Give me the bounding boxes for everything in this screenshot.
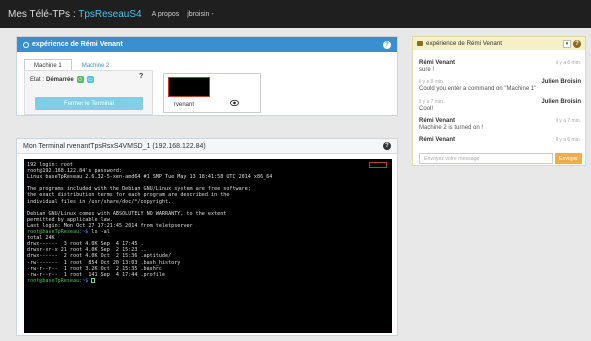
terminal-screen[interactable]: 192 login: root root@192.168.122.84's pas… [24,159,392,333]
experience-title: expérience de Rémi Venant [32,41,123,48]
terminal-text: ls -al [88,229,110,236]
message-time: il y a 7 min. [419,99,445,105]
help-icon[interactable]: ? [383,40,391,49]
nav-user-menu[interactable]: jbroisin - [187,11,213,18]
terminal-text: drwx------ 2 root 4.0K Oct 2 15:36 .apti… [27,253,172,260]
terminal-text: -rw-r--r-- 1 root 3.2K Oct 2 15:35 .bash… [27,265,162,272]
experience-panel-header: expérience de Rémi Venant ? [17,37,397,52]
app-brand[interactable]: Mes Télé-TPs : TpsReseauS4 [8,9,142,20]
help-icon[interactable]: ? [573,39,581,48]
chevron-down-icon[interactable]: ▾ [563,39,571,48]
experience-panel: expérience de Rémi Venant ? Machine 1 Ma… [16,36,398,116]
chat-panel: expérience de Rémi Venant ▾ ? Rémi Venan… [412,36,586,166]
chat-message-input[interactable]: Envoyez votre message [419,153,553,164]
terminal-line: root@baseTpReseau:~$ [27,277,389,284]
chat-message: Rémi Venant il y a 6 min. [419,137,581,144]
vm-screen-thumbnail[interactable] [168,77,210,97]
message-author: Rémi Venant [419,118,456,124]
terminal-text: The programs included with the Debian GN… [27,186,251,193]
machine-control-box: Etat : Démarrée ⏻ ▭ ? Fermer le Terminal [24,70,153,115]
message-author: Julien Broisin [541,99,581,105]
message-time: il y a 6 min. [555,137,581,143]
circle-icon [23,41,29,48]
status-value: Démarrée [46,76,74,83]
terminal-text: drwx------ 3 root 4.0K Sep 4 17:45 . [27,241,144,248]
screen-icon[interactable]: ▭ [86,76,94,83]
message-text: Could you enter a command on "Machine 1" [419,86,537,92]
prompt-path: :~$ [79,277,89,284]
terminal-text: drwxr-xr-x 21 root 4.0K Sep 2 15:23 .. [27,247,147,254]
terminal-panel: Mon Terminal rvenantTpsRsxS4VMSD_1 (192.… [16,138,398,336]
chat-title: expérience de Rémi Venant [426,40,503,47]
prompt-user: root@baseTpReseau [27,229,80,236]
chat-message: il y a 8 min. Julien Broisin Could you ent… [419,79,581,92]
message-author: Rémi Venant [419,137,456,143]
terminal-text: permitted by applicable law. [27,216,113,223]
close-terminal-button[interactable]: Fermer le Terminal [35,97,143,110]
chat-message: il y a 7 min. Julien Broisin Cool! [419,99,581,112]
terminal-panel-header: Mon Terminal rvenantTpsRsxS4VMSD_1 (192.… [17,139,397,154]
nav-link-about[interactable]: A propos [152,11,180,18]
brand-project: TpsReseauS4 [78,8,142,20]
terminal-text: -rw------- 1 root 854 Oct 20 13:03 .bash… [27,259,181,266]
message-time: il y a 8 min. [419,79,445,85]
message-author: Rémi Venant [419,60,456,66]
machine-status: Etat : Démarrée ⏻ ▭ [30,76,94,83]
terminal-text: total 24K [27,235,55,242]
message-text: Cool! [419,106,434,112]
power-icon[interactable]: ⏻ [76,76,84,83]
top-navbar: Mes Télé-TPs : TpsReseauS4 A propos jbro… [0,0,591,28]
help-icon[interactable]: ? [139,73,143,80]
chat-message: Rémi Venant il y a 7 min. Machine 2 is tur… [419,118,581,131]
chat-bubble-icon [417,41,423,46]
chat-panel-header: expérience de Rémi Venant ▾ ? [413,37,585,50]
prompt-user: root@baseTpReseau [27,277,80,284]
brand-prefix: Mes Télé-TPs : [8,8,79,20]
chat-message: Rémi Venant il y a 8 min. sure ! [419,60,581,73]
eye-icon[interactable] [230,99,239,107]
terminal-text: individual files in /usr/share/doc/*/cop… [27,198,172,205]
message-text: Machine 2 is turned on ! [419,125,484,131]
terminal-text: -rw-r--r-- 1 root 141 Sep 4 17:44 .profi… [27,271,166,278]
send-message-button[interactable]: Envoyer [555,153,582,164]
terminal-status-badge [369,162,387,168]
terminal-text: Debian GNU/Linux comes with ABSOLUTELY N… [27,210,227,217]
prompt-path: :~$ [79,229,89,236]
message-time: il y a 8 min. [555,60,581,66]
terminal-text: the exact distribution terms for each pr… [27,192,230,199]
terminal-text: Linux baseTpReseau 2.6.32-5-xen-amd64 #1… [27,174,273,181]
terminal-title: Mon Terminal rvenantTpsRsxS4VMSD_1 (192.… [23,142,206,150]
vm-owner-name: rvenant [174,102,195,108]
help-icon[interactable]: ? [383,142,391,150]
terminal-text: Last login: Mon Oct 27 17:21:45 2014 fro… [27,222,193,229]
terminal-cursor [91,277,96,283]
message-text: sure ! [419,67,435,73]
vm-card[interactable]: rvenant [163,73,261,113]
terminal-text: 192 login: root [27,162,74,168]
terminal-text: root@192.168.122.84's password: [27,168,123,175]
status-label: Etat : [30,76,45,83]
message-time: il y a 7 min. [555,118,581,124]
message-author: Julien Broisin [541,79,581,85]
